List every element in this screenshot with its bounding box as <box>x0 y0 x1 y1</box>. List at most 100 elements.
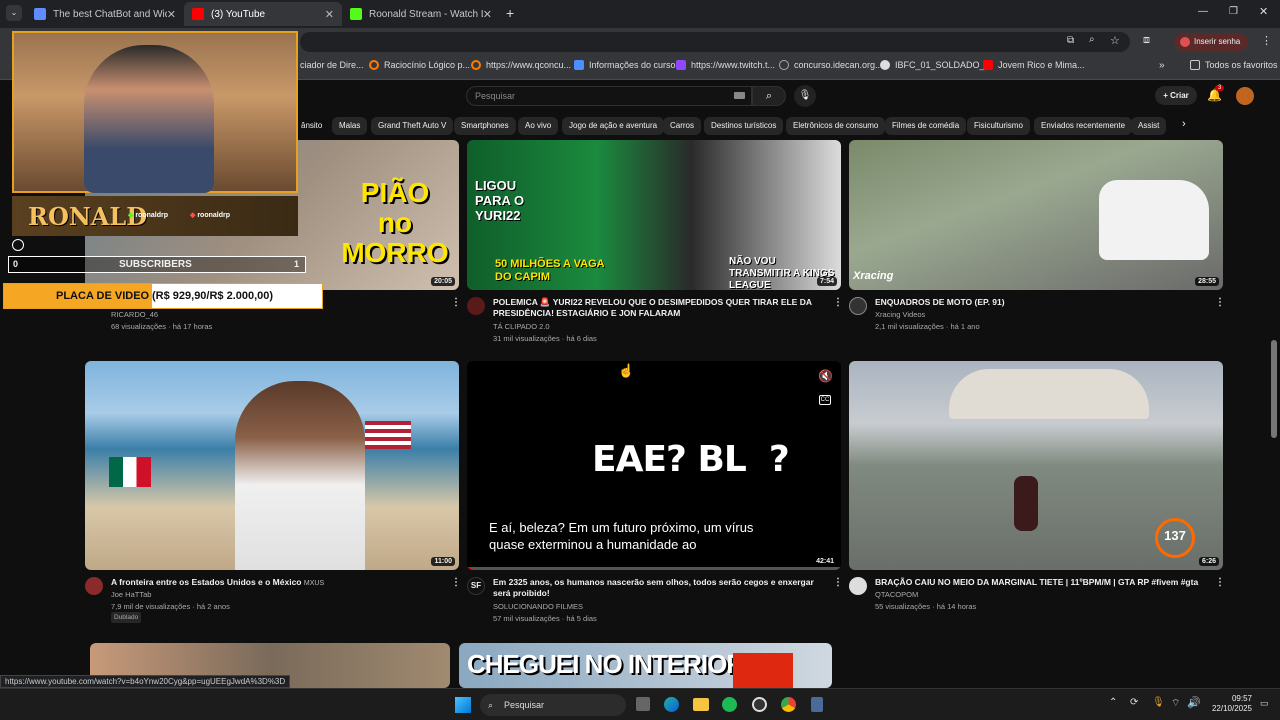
notifications-button[interactable]: 🔔 3 <box>1207 85 1225 102</box>
video-preview-player[interactable]: EAE? BL ? E aí, beleza? Em um futuro pró… <box>467 361 841 570</box>
chip-category[interactable]: Destinos turísticos <box>704 117 784 135</box>
video-thumbnail[interactable]: Xracing 28:55 <box>849 140 1223 290</box>
chip-category[interactable]: Assist <box>1131 117 1167 135</box>
voice-search-button[interactable]: 🎙 <box>794 85 816 107</box>
taskbar-search[interactable]: ⌕ Pesquisar <box>480 694 626 716</box>
more-options-icon[interactable]: ⋮ <box>451 577 461 588</box>
microphone-icon[interactable]: 🎙 <box>1152 697 1165 708</box>
browser-menu-icon[interactable]: ⋮ <box>1261 34 1272 47</box>
task-view-icon[interactable] <box>636 697 650 711</box>
bookmark-item[interactable]: https://www.qconcu... <box>471 60 571 70</box>
chip-category[interactable]: Eletrônicos de consumo <box>786 117 886 135</box>
create-button[interactable]: + Criar <box>1155 86 1197 105</box>
tab-kick[interactable]: Roonald Stream - Watch Live o ✕ <box>342 2 500 26</box>
chip-category[interactable]: Fisiculturismo <box>967 117 1030 135</box>
more-options-icon[interactable]: ⋮ <box>833 577 843 588</box>
more-options-icon[interactable]: ⋮ <box>451 297 461 308</box>
chip-category[interactable]: Jogo de ação e aventura <box>562 117 665 135</box>
bookmark-item[interactable]: https://www.twitch.t... <box>676 60 775 70</box>
bookmark-item[interactable]: ciador de Dire... <box>300 60 364 70</box>
calculator-icon[interactable] <box>811 697 823 712</box>
keyboard-icon[interactable] <box>734 92 745 99</box>
profile-button[interactable]: Inserir senha <box>1174 33 1248 51</box>
captions-icon[interactable]: CC <box>819 395 831 405</box>
channel-avatar[interactable] <box>467 297 485 315</box>
tab-youtube[interactable]: (3) YouTube ✕ <box>184 2 342 26</box>
video-thumbnail[interactable]: CHEGUEI NO INTERIOR <box>459 643 832 688</box>
spotify-icon[interactable] <box>722 697 737 712</box>
bookmark-item[interactable]: concurso.idecan.org... <box>779 60 883 70</box>
chip-category[interactable]: Filmes de comédia <box>885 117 967 135</box>
notification-center-icon[interactable]: ▭ <box>1260 698 1269 709</box>
volume-icon[interactable]: 🔊 <box>1187 696 1201 709</box>
zoom-icon[interactable]: ⌕ <box>1089 34 1095 45</box>
search-button[interactable]: ⌕ <box>752 86 786 106</box>
video-title[interactable]: POLEMICA 🚨 YURI22 REVELOU QUE O DESIMPED… <box>493 297 823 319</box>
start-button[interactable] <box>455 697 471 713</box>
channel-name[interactable]: Joe HaTTab <box>111 589 151 601</box>
bookmark-item[interactable]: Jovem Rico e Mima... <box>983 60 1085 70</box>
url-field[interactable] <box>300 32 1130 52</box>
minimize-button[interactable]: — <box>1198 6 1208 17</box>
chip-category[interactable]: Malas <box>332 117 368 135</box>
channel-avatar[interactable] <box>85 577 103 595</box>
more-options-icon[interactable]: ⋮ <box>1215 577 1225 588</box>
tab-list-button[interactable]: ⌄ <box>6 5 22 21</box>
channel-avatar[interactable] <box>849 297 867 315</box>
new-tab-button[interactable]: + <box>506 5 514 21</box>
obs-icon[interactable] <box>752 697 767 712</box>
video-duration: 42:41 <box>816 558 834 565</box>
close-tab-icon[interactable]: ✕ <box>483 8 492 21</box>
video-title[interactable]: A fronteira entre os Estados Unidos e o … <box>111 577 441 589</box>
chip-category[interactable]: Ao vivo <box>518 117 559 135</box>
page-scrollbar-thumb[interactable] <box>1271 340 1277 438</box>
channel-avatar[interactable] <box>849 577 867 595</box>
channel-name[interactable]: SOLUCIONANDO FILMES <box>493 601 583 613</box>
bookmark-star-icon[interactable]: ☆ <box>1110 34 1120 47</box>
video-thumbnail[interactable]: LIGOU PARA O YURI22 50 MILHÕES A VAGA DO… <box>467 140 841 290</box>
extensions-icon[interactable]: ⧈ <box>1143 34 1150 47</box>
more-options-icon[interactable]: ⋮ <box>833 297 843 308</box>
cast-icon[interactable]: ⧉ <box>1067 35 1074 46</box>
channel-avatar[interactable]: SF <box>467 577 485 595</box>
chips-next-chevron-icon[interactable]: › <box>1182 118 1186 130</box>
channel-name[interactable]: Xracing Videos <box>875 309 925 321</box>
account-avatar[interactable] <box>1236 87 1254 105</box>
channel-name[interactable]: RICARDO_46 <box>111 309 158 321</box>
video-thumbnail[interactable]: 137 6:26 <box>849 361 1223 570</box>
tray-overflow-icon[interactable]: ⌃ <box>1109 697 1117 708</box>
close-window-button[interactable]: ✕ <box>1259 5 1268 18</box>
video-stats: 57 mil visualizações · há 5 dias <box>493 614 597 623</box>
network-icon[interactable]: ⟳ <box>1130 697 1138 708</box>
more-bookmarks-icon[interactable]: » <box>1159 60 1165 71</box>
tab-chatbot[interactable]: The best ChatBot and Widgets ✕ <box>26 2 184 26</box>
channel-name[interactable]: QTACOPOM <box>875 589 918 601</box>
preview-progress-bar[interactable] <box>467 567 841 570</box>
more-options-icon[interactable]: ⋮ <box>1215 297 1225 308</box>
channel-name[interactable]: TÁ CLIPADO 2.0 <box>493 321 550 333</box>
bookmark-item[interactable]: Informações do curso <box>574 60 676 70</box>
wifi-icon[interactable]: ⌔ <box>1171 697 1180 710</box>
edge-icon[interactable] <box>664 697 679 712</box>
chip-category[interactable]: Grand Theft Auto V <box>371 117 454 135</box>
video-title[interactable]: ENQUADROS DE MOTO (EP. 91) <box>875 297 1205 308</box>
bookmark-item[interactable]: IBFC_01_SOLDADO_... <box>880 60 992 70</box>
video-duration: 28:55 <box>1195 277 1219 286</box>
mute-icon[interactable]: 🔇 <box>818 369 833 383</box>
all-bookmarks-folder[interactable]: Todos os favoritos <box>1190 60 1278 70</box>
chip-category[interactable]: Carros <box>663 117 702 135</box>
file-explorer-icon[interactable] <box>693 698 709 711</box>
chip-category[interactable]: Smartphones <box>454 117 516 135</box>
maximize-button[interactable]: ❐ <box>1229 6 1238 17</box>
chip-category[interactable]: Enviados recentemente <box>1034 117 1133 135</box>
clock[interactable]: 09:57 22/10/2025 <box>1207 694 1252 714</box>
video-title[interactable]: BRAÇÃO CAIU NO MEIO DA MARGINAL TIETE | … <box>875 577 1210 588</box>
chip-category[interactable]: ânsito <box>294 117 329 135</box>
bookmark-item[interactable]: Raciocínio Lógico p... <box>369 60 470 70</box>
video-title[interactable]: Em 2325 anos, os humanos nascerão sem ol… <box>493 577 823 599</box>
chrome-icon[interactable] <box>781 697 796 712</box>
video-thumbnail[interactable]: 11:00 <box>85 361 459 570</box>
close-tab-icon[interactable]: ✕ <box>325 8 334 21</box>
search-input[interactable]: Pesquisar <box>466 86 752 106</box>
close-tab-icon[interactable]: ✕ <box>167 8 176 21</box>
